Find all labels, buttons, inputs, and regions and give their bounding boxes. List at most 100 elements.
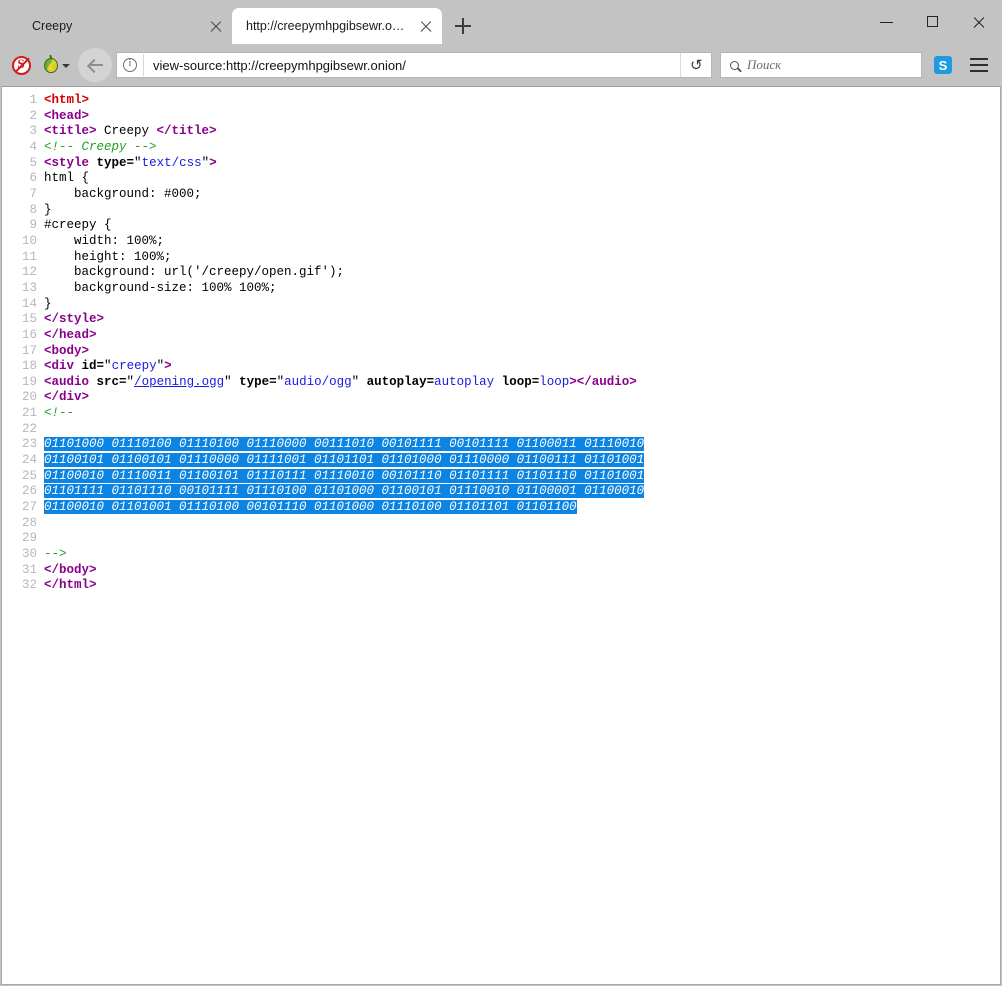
noscript-button[interactable]: S xyxy=(6,50,36,80)
tab-close-icon[interactable] xyxy=(206,16,226,36)
code-token: <html> xyxy=(44,93,89,107)
line-code[interactable]: 01100101 01100101 01110000 01111001 0110… xyxy=(44,453,1000,469)
hamburger-menu-button[interactable] xyxy=(964,50,994,80)
line-code[interactable]: <!-- Creepy --> xyxy=(44,140,1000,156)
hamburger-menu-icon xyxy=(970,58,988,60)
line-code[interactable]: <div id="creepy"> xyxy=(44,359,1000,375)
code-token: <head> xyxy=(44,109,89,123)
line-code[interactable]: 01101111 01101110 00101111 01110100 0110… xyxy=(44,484,1000,500)
search-bar[interactable]: Поиск xyxy=(720,52,922,78)
line-number: 7 xyxy=(2,187,44,203)
line-code[interactable]: </head> xyxy=(44,328,1000,344)
code-token xyxy=(494,375,502,389)
line-code[interactable]: </style> xyxy=(44,312,1000,328)
line-code[interactable]: <head> xyxy=(44,109,1000,125)
line-number: 9 xyxy=(2,218,44,234)
window-controls xyxy=(864,0,1002,44)
tor-button[interactable] xyxy=(36,50,74,80)
line-number: 13 xyxy=(2,281,44,297)
tab-view-source[interactable]: http://creepymhpgibsewr.oni... xyxy=(232,8,442,44)
tab-close-icon[interactable] xyxy=(416,16,436,36)
line-code[interactable]: <!-- xyxy=(44,406,1000,422)
line-number: 1 xyxy=(2,93,44,109)
source-line: 19<audio src="/opening.ogg" type="audio/… xyxy=(2,375,1000,391)
source-line: 18<div id="creepy"> xyxy=(2,359,1000,375)
search-input[interactable]: Поиск xyxy=(747,57,921,73)
code-token: " xyxy=(202,156,210,170)
line-code[interactable]: <title> Creepy </title> xyxy=(44,124,1000,140)
line-code[interactable]: } xyxy=(44,297,1000,313)
line-code[interactable]: background-size: 100% 100%; xyxy=(44,281,1000,297)
selected-binary-text: 01100101 01100101 01110000 01111001 0110… xyxy=(44,453,644,467)
view-source-code[interactable]: 1<html>2<head>3<title> Creepy </title>4<… xyxy=(2,87,1000,594)
selected-binary-text: 01100010 01110011 01100101 01110111 0111… xyxy=(44,469,644,483)
line-code[interactable]: <html> xyxy=(44,93,1000,109)
line-code[interactable]: </div> xyxy=(44,390,1000,406)
page-info-icon[interactable] xyxy=(117,53,143,77)
source-line: 9#creepy { xyxy=(2,218,1000,234)
back-button[interactable] xyxy=(78,48,112,82)
line-code[interactable]: 01100010 01110011 01100101 01110111 0111… xyxy=(44,469,1000,485)
line-number: 32 xyxy=(2,578,44,594)
code-token xyxy=(89,375,97,389)
line-code[interactable] xyxy=(44,516,1000,532)
code-token: " xyxy=(224,375,239,389)
line-code[interactable]: 01101000 01110100 01110100 01110000 0011… xyxy=(44,437,1000,453)
source-line: 13 background-size: 100% 100%; xyxy=(2,281,1000,297)
code-token: width: 100%; xyxy=(44,234,164,248)
line-code[interactable]: background: #000; xyxy=(44,187,1000,203)
line-code[interactable]: width: 100%; xyxy=(44,234,1000,250)
line-code[interactable]: <body> xyxy=(44,344,1000,360)
code-token: </head> xyxy=(44,328,97,342)
source-line: 21<!-- xyxy=(2,406,1000,422)
close-button[interactable] xyxy=(956,7,1002,37)
chevron-down-icon[interactable] xyxy=(62,64,70,68)
code-token: <!-- Creepy --> xyxy=(44,140,157,154)
code-token: " xyxy=(277,375,285,389)
code-token: background-size: 100% 100%; xyxy=(44,281,277,295)
tab-label: http://creepymhpgibsewr.oni... xyxy=(246,18,410,34)
line-code[interactable]: </body> xyxy=(44,563,1000,579)
selected-binary-text: 01101000 01110100 01110100 01110000 0011… xyxy=(44,437,644,451)
line-code[interactable]: 01100010 01101001 01110100 00101110 0110… xyxy=(44,500,1000,516)
code-token: <!-- xyxy=(44,406,74,420)
tab-creepy[interactable]: Creepy xyxy=(10,8,232,44)
line-code[interactable] xyxy=(44,422,1000,438)
code-token: " xyxy=(104,359,112,373)
code-token: type= xyxy=(97,156,135,170)
code-token: " xyxy=(352,375,367,389)
navigation-toolbar: S view-source:http://creepymhpgibsewr.on… xyxy=(0,44,1002,86)
source-line: 2601101111 01101110 00101111 01110100 01… xyxy=(2,484,1000,500)
code-token: " xyxy=(127,375,135,389)
line-code[interactable]: height: 100%; xyxy=(44,250,1000,266)
line-number: 28 xyxy=(2,516,44,532)
source-link[interactable]: /opening.ogg xyxy=(134,375,224,389)
line-code[interactable]: <audio src="/opening.ogg" type="audio/og… xyxy=(44,375,1000,391)
address-bar[interactable]: view-source:http://creepymhpgibsewr.onio… xyxy=(116,52,712,78)
line-code[interactable]: html { xyxy=(44,171,1000,187)
skype-button[interactable]: S xyxy=(928,50,958,80)
tab-strip: Creepy http://creepymhpgibsewr.oni... xyxy=(0,0,1002,44)
reload-button[interactable]: ↻ xyxy=(680,53,711,77)
line-code[interactable] xyxy=(44,531,1000,547)
source-line: 3<title> Creepy </title> xyxy=(2,124,1000,140)
line-code[interactable]: background: url('/creepy/open.gif'); xyxy=(44,265,1000,281)
skype-icon: S xyxy=(934,56,952,74)
code-token: html { xyxy=(44,171,89,185)
line-code[interactable]: --> xyxy=(44,547,1000,563)
line-code[interactable]: </html> xyxy=(44,578,1000,594)
reload-icon: ↻ xyxy=(690,58,703,73)
line-number: 26 xyxy=(2,484,44,500)
address-input[interactable]: view-source:http://creepymhpgibsewr.onio… xyxy=(144,58,680,73)
line-code[interactable]: <style type="text/css"> xyxy=(44,156,1000,172)
new-tab-button[interactable] xyxy=(448,10,478,42)
line-code[interactable]: #creepy { xyxy=(44,218,1000,234)
source-line: 32</html> xyxy=(2,578,1000,594)
maximize-button[interactable] xyxy=(910,7,956,37)
line-number: 25 xyxy=(2,469,44,485)
line-number: 14 xyxy=(2,297,44,313)
code-token: <audio xyxy=(44,375,89,389)
minimize-button[interactable] xyxy=(864,7,910,37)
source-line: 12 background: url('/creepy/open.gif'); xyxy=(2,265,1000,281)
line-code[interactable]: } xyxy=(44,203,1000,219)
